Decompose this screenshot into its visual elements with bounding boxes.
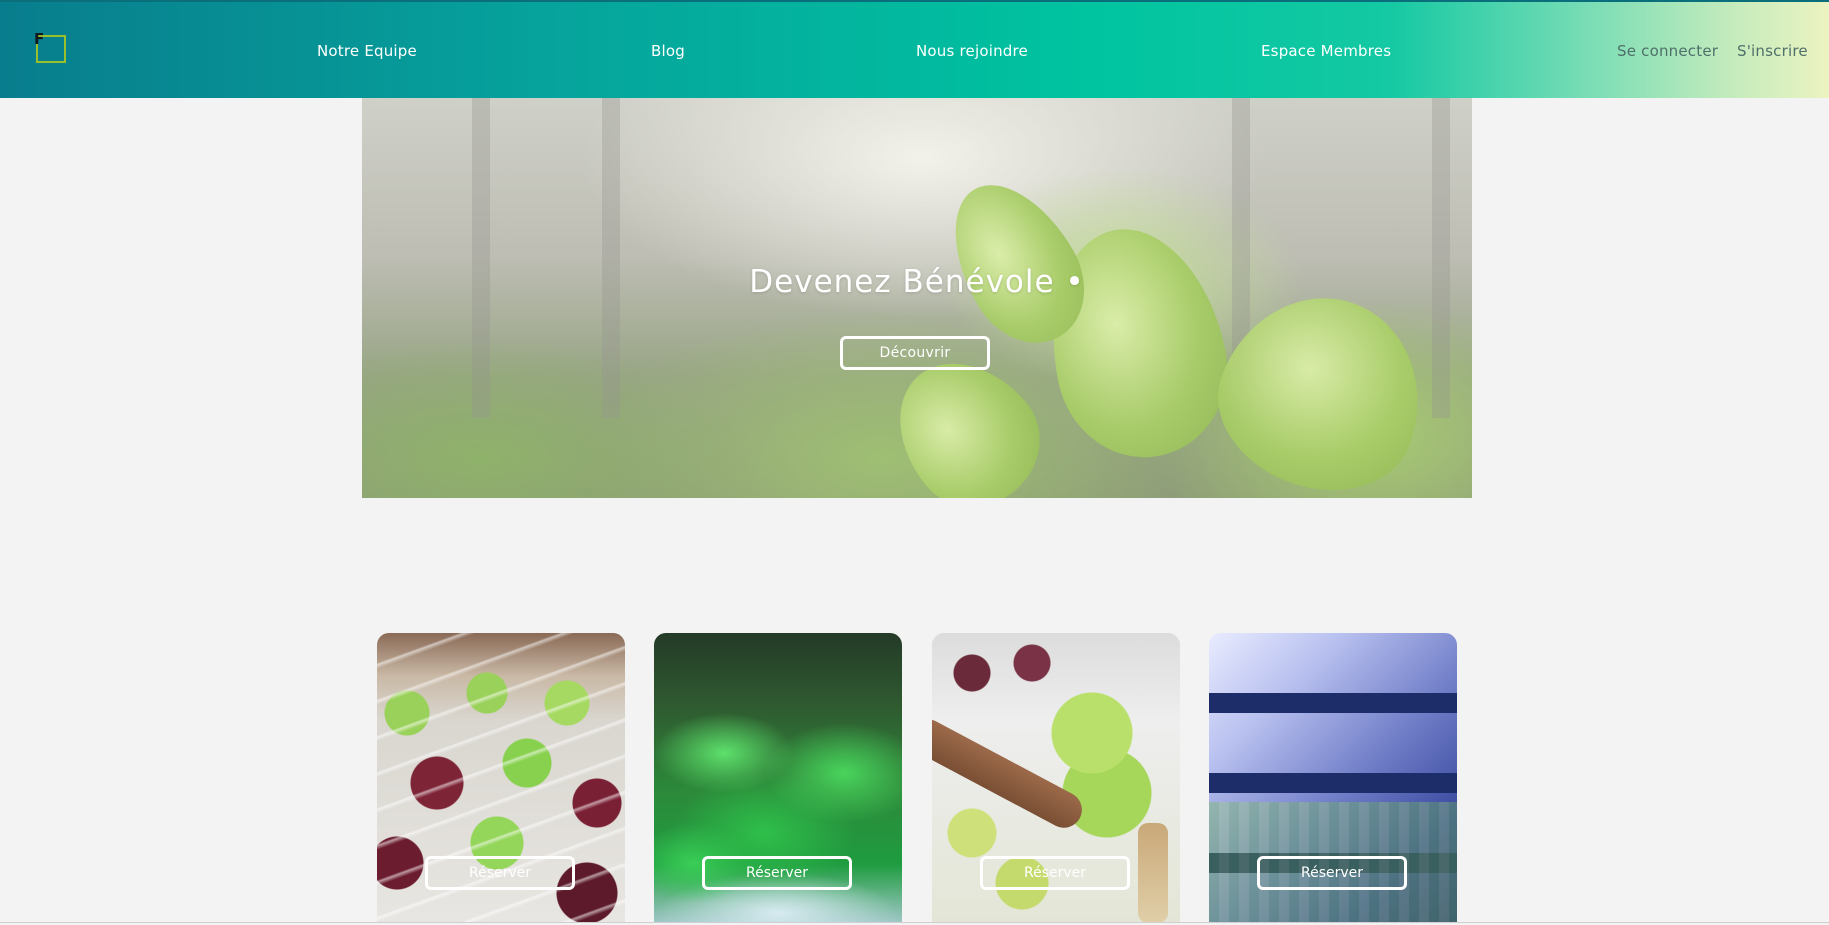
nav-link-nous-rejoindre[interactable]: Nous rejoindre [916, 42, 1028, 60]
site-logo[interactable]: F [34, 30, 68, 64]
hero-background-pillar [602, 98, 620, 418]
card-root-image [1138, 823, 1168, 922]
reserve-button[interactable]: Réserver [702, 856, 852, 890]
reserve-button[interactable]: Réserver [425, 856, 575, 890]
hero-banner: Devenez Bénévole • Découvrir [362, 98, 1472, 498]
product-card: Réserver [1209, 633, 1457, 922]
hero-title-text: Devenez Bénévole [749, 264, 1055, 300]
product-card: Réserver [654, 633, 902, 922]
logo-letter: F [34, 30, 45, 48]
page-bottom-divider [0, 922, 1829, 923]
reserve-button[interactable]: Réserver [1257, 856, 1407, 890]
product-card: Réserver [377, 633, 625, 922]
nav-link-blog[interactable]: Blog [651, 42, 685, 60]
nav-link-notre-equipe[interactable]: Notre Equipe [317, 42, 417, 60]
nav-link-espace-membres[interactable]: Espace Membres [1261, 42, 1391, 60]
login-link[interactable]: Se connecter [1617, 42, 1718, 60]
hero-title: Devenez Bénévole • [362, 264, 1472, 300]
hero-background-pillar [472, 98, 490, 418]
hero-title-dot: • [1054, 264, 1085, 300]
top-navigation-bar: F Notre Equipe Blog Nous rejoindre Espac… [0, 0, 1829, 98]
discover-button[interactable]: Découvrir [840, 336, 990, 370]
reserve-button[interactable]: Réserver [980, 856, 1130, 890]
product-card: Réserver [932, 633, 1180, 922]
hero-background-pillar [1432, 98, 1450, 418]
card-arm-image [932, 713, 1089, 835]
signup-link[interactable]: S'inscrire [1737, 42, 1808, 60]
